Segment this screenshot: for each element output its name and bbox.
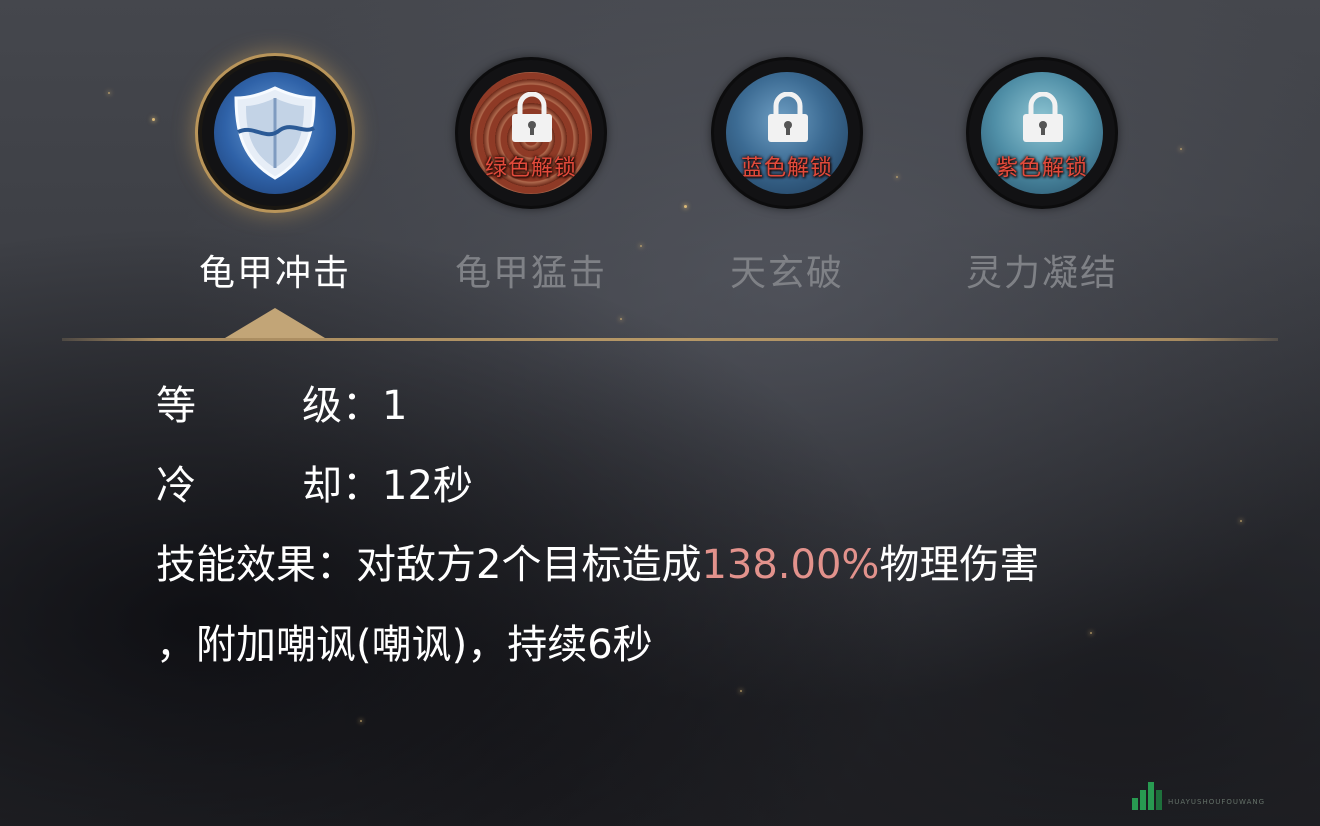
skill-tab-3[interactable]: 蓝色解锁 天玄破 — [672, 60, 902, 340]
watermark-logo: HUAYUSHOUFOUWANG — [1130, 780, 1310, 810]
cooldown-label-second: 却： — [302, 463, 382, 509]
effect-text-line2: ，附加嘲讽(嘲讽)，持续6秒 — [156, 622, 653, 668]
skill-icon — [214, 72, 336, 194]
unlock-requirement-label: 绿色解锁 — [484, 156, 577, 181]
skill-icon-frame: 蓝色解锁 — [714, 60, 860, 206]
skill-icon-frame: 紫色解锁 — [969, 60, 1115, 206]
skill-tab-4[interactable]: 紫色解锁 灵力凝结 — [927, 60, 1157, 340]
watermark-text: HUAYUSHOUFOUWANG — [1168, 798, 1266, 806]
effect-row: 技能效果：对敌方2个目标造成138.00%物理伤害 — [156, 535, 1039, 595]
selected-tab-pointer — [225, 308, 325, 338]
effect-damage-percent: 138.00% — [701, 542, 880, 588]
skill-tab-bar: 龟甲冲击 绿色解锁 龟甲猛击 蓝色解锁 天玄破 紫色解锁 灵力凝结 — [0, 0, 1320, 340]
unlock-requirement-label: 紫色解锁 — [995, 156, 1088, 181]
logo-bar — [1140, 790, 1146, 810]
unlock-requirement-label: 蓝色解锁 — [740, 156, 833, 181]
cooldown-value: 12秒 — [382, 463, 473, 509]
sparkle — [740, 690, 742, 692]
logo-bar — [1132, 798, 1138, 810]
level-label-first: 等 — [156, 383, 196, 429]
level-row: 等 级：1 — [156, 376, 407, 436]
skill-icon: 绿色解锁 — [470, 72, 592, 194]
sparkle — [360, 720, 362, 722]
logo-bar — [1156, 790, 1162, 810]
skill-tab-1[interactable]: 龟甲冲击 — [160, 60, 390, 340]
effect-text-before: 对敌方2个目标造成 — [356, 542, 702, 588]
level-value: 1 — [382, 383, 408, 429]
skill-name: 天玄破 — [729, 253, 844, 294]
effect-label: 技能效果： — [156, 542, 356, 588]
skill-icon: 紫色解锁 — [981, 72, 1103, 194]
lock-icon — [768, 92, 808, 142]
sparkle — [1240, 520, 1242, 522]
skill-name: 龟甲冲击 — [198, 253, 351, 294]
divider — [62, 338, 1278, 341]
skill-tab-2[interactable]: 绿色解锁 龟甲猛击 — [416, 60, 646, 340]
lock-icon — [1023, 92, 1063, 142]
effect-row-continued: ，附加嘲讽(嘲讽)，持续6秒 — [156, 615, 653, 675]
effect-text-after: 物理伤害 — [879, 542, 1040, 588]
skill-name: 龟甲猛击 — [454, 253, 607, 294]
skill-name: 灵力凝结 — [965, 253, 1118, 294]
logo-bar — [1148, 782, 1154, 810]
skill-icon-frame: 绿色解锁 — [458, 60, 604, 206]
shield-icon — [234, 86, 316, 180]
lock-icon — [512, 92, 552, 142]
cooldown-row: 冷 却：12秒 — [156, 456, 473, 516]
sparkle — [1090, 632, 1092, 634]
level-label-second: 级： — [302, 383, 382, 429]
cooldown-label-first: 冷 — [156, 463, 196, 509]
skill-icon-frame — [202, 60, 348, 206]
skill-icon: 蓝色解锁 — [726, 72, 848, 194]
